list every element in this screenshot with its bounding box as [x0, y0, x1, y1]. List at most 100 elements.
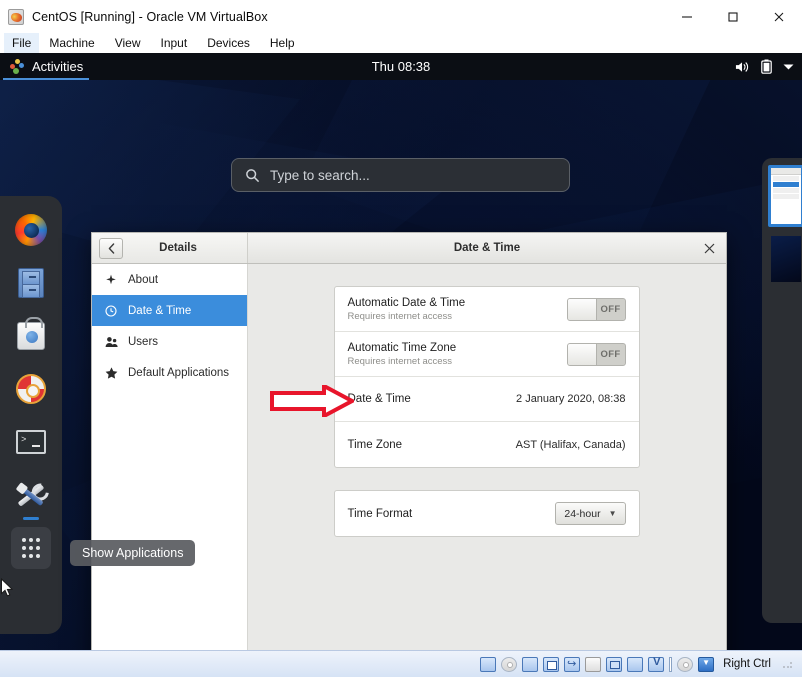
toggle-state-label: OFF [600, 303, 621, 315]
menu-file[interactable]: File [4, 32, 40, 53]
headerbar-main-section: Date & Time [248, 233, 726, 263]
row-sublabel: Requires internet access [347, 310, 453, 322]
menu-help[interactable]: Help [260, 33, 305, 53]
files-icon [18, 268, 44, 298]
settings-tools-icon [15, 480, 47, 510]
settings-window: Details Date & Time About Date & Time Us… [91, 232, 727, 650]
maximize-icon[interactable] [710, 0, 756, 33]
tooltip-show-applications: Show Applications [70, 540, 196, 566]
sidebar-item-default-applications[interactable]: Default Applications [92, 357, 247, 388]
settings-body: About Date & Time Users Default Applicat… [92, 264, 726, 650]
toggle-knob [567, 343, 597, 365]
resize-grip[interactable] [782, 658, 794, 670]
sidebar-item-label: About [128, 273, 159, 286]
toggle-knob [567, 298, 597, 320]
sidebar-item-date-time[interactable]: Date & Time [92, 295, 247, 326]
time-format-value: 24-hour [564, 507, 601, 520]
settings-page-title: Date & Time [453, 242, 521, 254]
menu-machine[interactable]: Machine [39, 33, 104, 53]
workspace-thumbnail-1[interactable] [768, 165, 802, 227]
chevron-left-icon[interactable] [99, 237, 123, 259]
activities-active-underline [3, 78, 90, 80]
row-label: Automatic Time Zone [347, 341, 457, 354]
close-icon[interactable] [692, 233, 726, 264]
star-icon [104, 366, 118, 379]
favorites-dock [0, 196, 62, 634]
topbar-clock[interactable]: Thu 08:38 [0, 59, 802, 74]
dock-item-settings[interactable] [11, 475, 51, 520]
recording-icon[interactable] [627, 656, 644, 672]
firefox-icon [15, 214, 47, 246]
vm-display: Activities Thu 08:38 Type to search... >… [0, 53, 802, 650]
host-key-label: Right Ctrl [723, 658, 771, 670]
mouse-cursor [0, 578, 14, 597]
menu-input[interactable]: Input [151, 33, 198, 53]
shared-folder-icon[interactable] [585, 656, 602, 672]
search-input[interactable]: Type to search... [231, 158, 570, 192]
keyboard-icon[interactable] [698, 656, 715, 672]
battery-icon [761, 59, 772, 74]
hard-disk-icon[interactable] [480, 656, 497, 672]
search-icon [245, 168, 260, 183]
activities-label: Activities [32, 59, 84, 74]
row-date-time[interactable]: Date & Time 2 January 2020, 08:38 [334, 377, 639, 422]
sidebar-item-about[interactable]: About [92, 264, 247, 295]
row-automatic-date-time[interactable]: Automatic Date & Time Requires internet … [334, 287, 639, 332]
volume-icon [735, 60, 750, 74]
workspace-thumbnail-2[interactable] [771, 236, 801, 282]
sidebar-item-users[interactable]: Users [92, 326, 247, 357]
floppy-icon[interactable] [522, 656, 539, 672]
vm-icon[interactable] [648, 656, 665, 672]
row-value-date-time: 2 January 2020, 08:38 [516, 393, 626, 405]
usb-icon[interactable] [564, 656, 581, 672]
toggle-automatic-time-zone[interactable]: OFF [566, 342, 626, 366]
menu-devices[interactable]: Devices [197, 33, 260, 53]
row-text: Automatic Time Zone Requires internet ac… [348, 342, 457, 367]
close-icon[interactable] [756, 0, 802, 33]
dock-item-help[interactable] [11, 369, 51, 409]
software-icon [17, 317, 45, 350]
dock-item-firefox[interactable] [11, 210, 51, 250]
network-icon[interactable] [543, 656, 560, 672]
chevron-down-icon: ▼ [608, 509, 617, 518]
row-label: Time Format [347, 507, 413, 520]
host-statusbar: Right Ctrl [0, 650, 802, 677]
activities-button[interactable]: Activities [0, 53, 92, 80]
toggle-automatic-date-time[interactable]: OFF [566, 297, 626, 321]
row-automatic-time-zone[interactable]: Automatic Time Zone Requires internet ac… [334, 332, 639, 377]
time-format-card: Time Format 24-hour ▼ [333, 490, 640, 537]
running-indicator [23, 517, 39, 520]
topbar-status-area[interactable] [735, 53, 794, 80]
menu-view[interactable]: View [105, 33, 151, 53]
gnome-topbar: Activities Thu 08:38 [0, 53, 802, 80]
workspace-switcher[interactable] [762, 158, 802, 623]
time-format-dropdown[interactable]: 24-hour ▼ [555, 502, 626, 525]
screenshot-root: CentOS [Running] - Oracle VM VirtualBox … [0, 0, 802, 677]
separator [669, 656, 673, 672]
headerbar-sidebar-title: Details [159, 242, 197, 254]
headerbar-sidebar-section: Details [92, 233, 248, 263]
row-text: Automatic Date & Time Requires internet … [348, 297, 466, 322]
dock-item-software[interactable] [11, 316, 51, 356]
sidebar-item-label: Date & Time [128, 304, 192, 317]
datetime-settings-card: Automatic Date & Time Requires internet … [333, 286, 640, 468]
row-time-format[interactable]: Time Format 24-hour ▼ [335, 491, 639, 536]
search-placeholder: Type to search... [270, 167, 370, 183]
host-titlebar: CentOS [Running] - Oracle VM VirtualBox [0, 0, 802, 33]
settings-sidebar: About Date & Time Users Default Applicat… [92, 264, 248, 650]
row-time-zone[interactable]: Time Zone AST (Halifax, Canada) [335, 422, 639, 467]
dock-item-terminal[interactable] [11, 422, 51, 462]
mouse-icon[interactable] [677, 656, 694, 672]
minimize-icon[interactable] [664, 0, 710, 33]
display-icon[interactable] [606, 656, 623, 672]
row-label: Time Zone [347, 438, 403, 451]
row-sublabel: Requires internet access [347, 355, 453, 367]
dock-item-files[interactable] [11, 263, 51, 303]
virtualbox-icon [8, 8, 24, 25]
host-window-title: CentOS [Running] - Oracle VM VirtualBox [32, 9, 268, 24]
terminal-icon [16, 430, 46, 454]
distro-logo-icon [10, 59, 25, 74]
optical-disk-icon[interactable] [501, 656, 518, 672]
show-applications-button[interactable] [11, 527, 51, 569]
row-label: Automatic Date & Time [347, 296, 466, 309]
